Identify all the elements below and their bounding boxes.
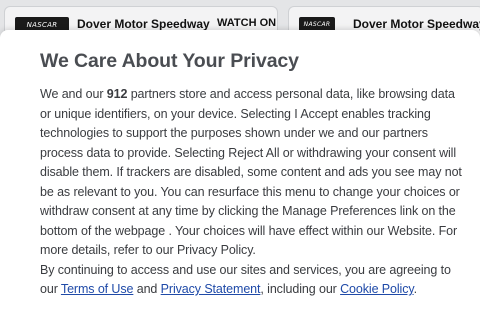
terms-text: and bbox=[133, 282, 161, 296]
consent-text: We and our bbox=[40, 87, 107, 101]
terms-text: . bbox=[413, 282, 417, 296]
privacy-consent-dialog: We Care About Your Privacy We and our 91… bbox=[0, 30, 480, 310]
terms-paragraph: By continuing to access and use our site… bbox=[40, 261, 462, 300]
cookie-policy-link[interactable]: Cookie Policy bbox=[340, 282, 414, 296]
consent-text: partners store and access personal data,… bbox=[40, 87, 462, 257]
terms-of-use-link[interactable]: Terms of Use bbox=[61, 282, 134, 296]
consent-paragraph: We and our 912 partners store and access… bbox=[40, 85, 462, 261]
partner-count: 912 bbox=[106, 87, 128, 101]
dialog-body: We and our 912 partners store and access… bbox=[40, 85, 462, 300]
terms-text: , including our bbox=[260, 282, 341, 296]
event-title: Dover Motor Speedway bbox=[77, 17, 210, 31]
watch-on-label[interactable]: WATCH ON bbox=[217, 17, 276, 29]
privacy-statement-link[interactable]: Privacy Statement bbox=[161, 282, 261, 296]
event-title: Dover Motor Speedway bbox=[353, 17, 480, 31]
dialog-title: We Care About Your Privacy bbox=[40, 50, 299, 72]
